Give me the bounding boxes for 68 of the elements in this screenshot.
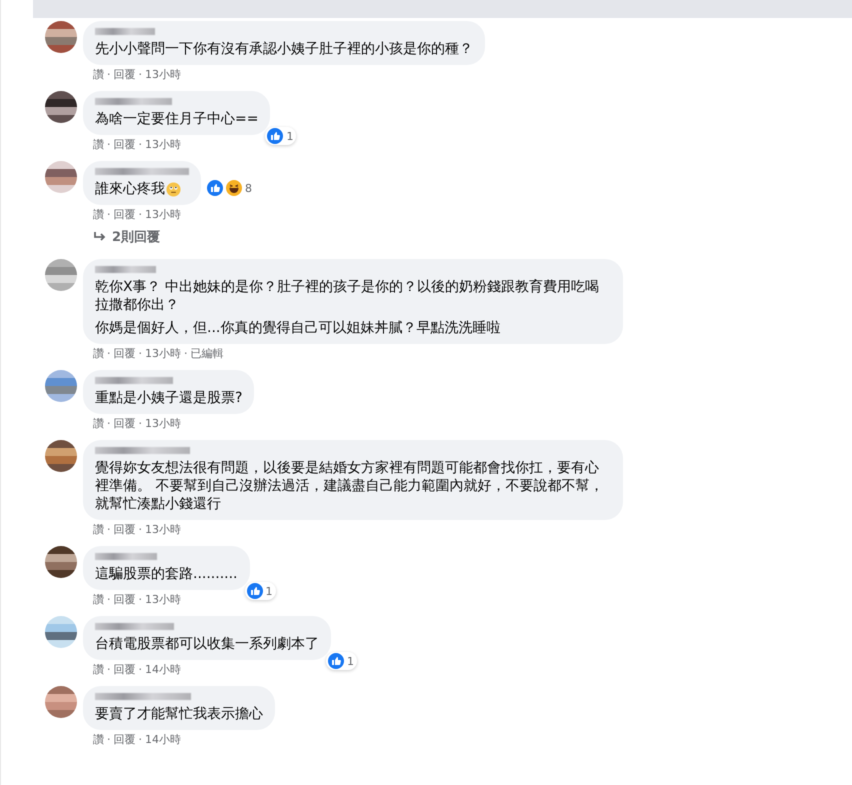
separator-dot: · bbox=[107, 68, 110, 82]
comment-text: 台積電股票都可以收集一系列劇本了 bbox=[95, 635, 319, 653]
separator-dot: · bbox=[138, 208, 142, 222]
separator-dot: · bbox=[107, 523, 110, 537]
like-link[interactable]: 讚 bbox=[93, 417, 104, 431]
avatar[interactable] bbox=[45, 440, 77, 472]
reply-link[interactable]: 回覆 bbox=[114, 733, 136, 747]
reaction-count[interactable]: 1 bbox=[326, 652, 357, 670]
comment-text: 為啥一定要住月子中心== bbox=[95, 110, 258, 128]
separator-dot: · bbox=[138, 733, 142, 747]
blurred-name bbox=[95, 266, 156, 273]
comment-text: 先小小聲問一下你有沒有承認小姨子肚子裡的小孩是你的種？ bbox=[95, 40, 473, 58]
view-replies-link[interactable]: 2則回覆 bbox=[83, 222, 255, 250]
separator-dot: · bbox=[138, 68, 142, 82]
like-link[interactable]: 讚 bbox=[93, 208, 104, 222]
reply-arrow-icon bbox=[93, 231, 107, 243]
timestamp[interactable]: 14小時 bbox=[145, 733, 181, 747]
timestamp[interactable]: 13小時 bbox=[145, 68, 181, 82]
separator-dot: · bbox=[107, 208, 110, 222]
separator-dot: · bbox=[107, 347, 110, 361]
timestamp[interactable]: 13小時 bbox=[145, 347, 181, 361]
comment-text: 你媽是個好人，但...你真的覺得自己可以姐妹丼膩？早點洗洗睡啦 bbox=[95, 319, 500, 337]
like-link[interactable]: 讚 bbox=[93, 68, 104, 82]
separator-dot: · bbox=[107, 138, 110, 152]
comment-text: 誰來心疼我 bbox=[95, 180, 165, 198]
comment-text: 乾你X事？ 中出她妹的是你？肚子裡的孩子是你的？以後的奶粉錢跟教育費用吃喝拉撒都你出？ bbox=[95, 278, 600, 314]
timestamp[interactable]: 13小時 bbox=[145, 417, 181, 431]
avatar[interactable] bbox=[45, 546, 77, 578]
reaction-count[interactable]: 1 bbox=[265, 127, 296, 145]
separator-dot: · bbox=[184, 347, 188, 361]
timestamp[interactable]: 13小時 bbox=[145, 523, 181, 537]
like-link[interactable]: 讚 bbox=[93, 523, 104, 537]
reply-link[interactable]: 回覆 bbox=[114, 138, 136, 152]
separator-dot: · bbox=[138, 593, 142, 607]
separator-dot: · bbox=[138, 523, 142, 537]
reply-link[interactable]: 回覆 bbox=[114, 347, 136, 361]
blurred-name bbox=[95, 28, 155, 35]
separator-dot: · bbox=[107, 417, 110, 431]
timestamp[interactable]: 13小時 bbox=[145, 138, 181, 152]
separator-dot: · bbox=[138, 138, 142, 152]
comment-text: 覺得妳女友想法很有問題，以後要是結婚女方家裡有問題可能都會找你扛，要有心裡準備。 不要幫到自己沒辦法過活，建議盡自己能力範圍內就好，不要說都不幫，就幫忙湊點小錢還行 bbox=[95, 459, 604, 513]
separator-dot: · bbox=[138, 347, 142, 361]
timestamp[interactable]: 13小時 bbox=[145, 593, 181, 607]
reply-link[interactable]: 回覆 bbox=[114, 523, 136, 537]
edited-label: 已編輯 bbox=[190, 347, 224, 361]
comment-text: 這騙股票的套路.......... bbox=[95, 565, 238, 583]
separator-dot: · bbox=[107, 733, 110, 747]
separator-dot: · bbox=[107, 593, 110, 607]
avatar[interactable] bbox=[45, 91, 77, 123]
separator-dot: · bbox=[138, 417, 142, 431]
timestamp[interactable]: 14小時 bbox=[145, 663, 181, 677]
separator-dot: · bbox=[107, 663, 110, 677]
reaction-count[interactable]: 1 bbox=[244, 582, 276, 600]
like-link[interactable]: 讚 bbox=[93, 593, 104, 607]
like-link[interactable]: 讚 bbox=[93, 138, 104, 152]
reply-link[interactable]: 回覆 bbox=[114, 417, 136, 431]
reply-link[interactable]: 回覆 bbox=[114, 663, 136, 677]
reply-link[interactable]: 回覆 bbox=[114, 593, 136, 607]
separator-dot: · bbox=[138, 663, 142, 677]
like-link[interactable]: 讚 bbox=[93, 733, 104, 747]
blurred-name bbox=[95, 553, 157, 560]
like-link[interactable]: 讚 bbox=[93, 663, 104, 677]
comment-text: 重點是小姨子還是股票? bbox=[95, 389, 242, 407]
like-link[interactable]: 讚 bbox=[93, 347, 104, 361]
timestamp[interactable]: 13小時 bbox=[145, 208, 181, 222]
reply-link[interactable]: 回覆 bbox=[114, 68, 136, 82]
reply-link[interactable]: 回覆 bbox=[114, 208, 136, 222]
comment-text: 要賣了才能幫忙我表示擔心 bbox=[95, 705, 263, 723]
